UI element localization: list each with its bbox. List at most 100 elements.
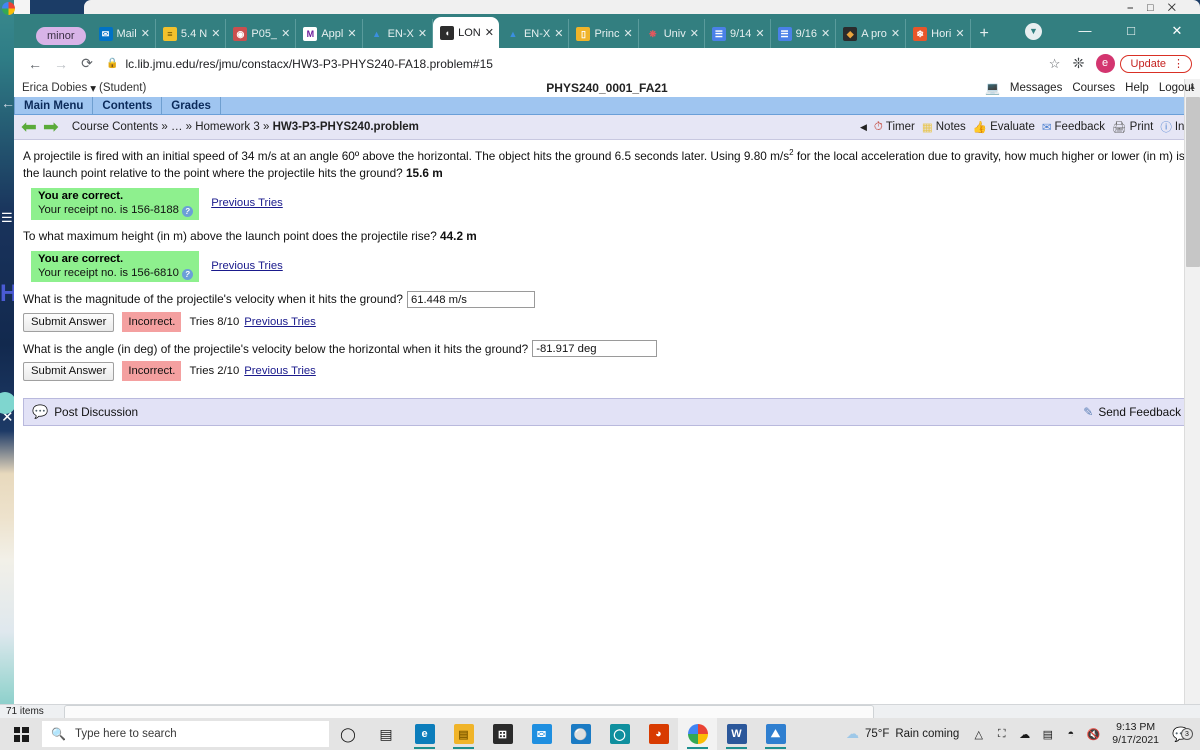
back-icon[interactable]: ← xyxy=(22,56,48,72)
next-problem-button[interactable]: ➡ xyxy=(43,118,59,137)
tab-search-icon[interactable]: ▼ xyxy=(1025,23,1042,40)
menu-main-menu[interactable]: Main Menu xyxy=(14,97,94,114)
taskbar-app-word[interactable]: W xyxy=(717,718,756,750)
docs-favicon: ☰ xyxy=(711,26,726,41)
remote-control-icon[interactable]: 💻 xyxy=(985,81,1000,95)
breadcrumb-homework[interactable]: » Homework 3 » xyxy=(182,121,272,133)
update-button[interactable]: Update ⋮ xyxy=(1119,54,1192,73)
link-courses[interactable]: Courses xyxy=(1072,82,1115,94)
task-view-icon[interactable]: ▤ xyxy=(367,718,405,750)
tab-close-icon[interactable]: ✕ xyxy=(281,27,290,40)
taskbar-app-skype[interactable]: ⚪ xyxy=(561,718,600,750)
profile-avatar[interactable]: e xyxy=(1095,54,1115,73)
tool-notes[interactable]: ▦ Notes xyxy=(922,120,966,134)
tab-close-icon[interactable]: ✕ xyxy=(141,27,150,40)
cortana-circle-icon[interactable]: ◯ xyxy=(329,718,367,750)
previous-tries-link[interactable]: Previous Tries xyxy=(211,197,283,209)
close-button[interactable]: ✕ xyxy=(1154,14,1200,48)
breadcrumb-ellipsis[interactable]: … xyxy=(171,121,183,133)
taskbar-search-box[interactable]: 🔍 Type here to search xyxy=(42,721,329,747)
taskbar-app-edge[interactable]: e xyxy=(405,718,444,750)
post-discussion-button[interactable]: 💬 Post Discussion xyxy=(32,404,138,420)
submit-answer-button[interactable]: Submit Answer xyxy=(23,312,115,332)
help-icon[interactable]: ? xyxy=(181,205,193,217)
tab-label: 5.4 N xyxy=(180,27,208,40)
previous-tries-link[interactable]: Previous Tries xyxy=(244,363,316,379)
start-button[interactable] xyxy=(0,718,42,750)
tab-princ[interactable]: ▯ Princ ✕ xyxy=(569,19,639,48)
maximize-button[interactable]: □ xyxy=(1108,14,1154,48)
taskbar-app-cortana[interactable]: ◯ xyxy=(600,718,639,750)
pinned-tab-minor[interactable]: minor xyxy=(36,27,86,45)
tab-9-14[interactable]: ☰ 9/14 ✕ xyxy=(705,19,771,48)
taskbar-app-microsoft-store[interactable]: ⊞ xyxy=(483,718,522,750)
tab-close-icon[interactable]: ✕ xyxy=(485,26,494,39)
tab-close-icon[interactable]: ✕ xyxy=(891,27,900,40)
link-logout[interactable]: Logout xyxy=(1159,82,1194,94)
tab-close-icon[interactable]: ✕ xyxy=(821,27,830,40)
taskbar-app-office[interactable]: ◕ xyxy=(639,718,678,750)
tray-wifi-icon[interactable]: ◓ xyxy=(1059,728,1082,740)
bookmark-star-icon[interactable]: ☆ xyxy=(1043,56,1067,72)
tab-close-icon[interactable]: ✕ xyxy=(347,27,356,40)
tool-feedback[interactable]: ✉ Feedback xyxy=(1042,120,1105,134)
tab-university[interactable]: ❋ Univ ✕ xyxy=(639,19,705,48)
answer-input-angle[interactable] xyxy=(532,340,658,358)
tab-horizon[interactable]: ❄ Hori ✕ xyxy=(906,19,971,48)
tray-volume-mute-icon[interactable]: 🔇 xyxy=(1082,728,1105,741)
previous-tries-link[interactable]: Previous Tries xyxy=(211,260,283,272)
tab-close-icon[interactable]: ✕ xyxy=(211,27,220,40)
taskbar-app-chrome[interactable] xyxy=(678,718,717,750)
tab-mail[interactable]: ✉ Mail ✕ xyxy=(92,19,156,48)
extensions-puzzle-icon[interactable]: ❊ xyxy=(1067,55,1091,72)
tab-5-4n[interactable]: ≡ 5.4 N ✕ xyxy=(156,19,227,48)
tab-close-icon[interactable]: ✕ xyxy=(554,27,563,40)
tool-print[interactable]: 🖨 Print xyxy=(1112,120,1153,134)
tool-evaluate[interactable]: 👍 Evaluate xyxy=(973,120,1035,134)
breadcrumb-course-contents[interactable]: Course Contents » xyxy=(72,121,171,133)
chrome-menu-icon[interactable]: ⋮ xyxy=(1173,58,1184,69)
tab-lon-capa[interactable]: ◖ LON ✕ xyxy=(433,17,499,48)
tray-camera-icon[interactable]: ⛶ xyxy=(990,728,1013,741)
tab-close-icon[interactable]: ✕ xyxy=(755,27,764,40)
menu-contents[interactable]: Contents xyxy=(93,97,163,114)
tool-timer[interactable]: ⏱ Timer xyxy=(874,121,915,134)
previous-tries-link[interactable]: Previous Tries xyxy=(244,314,316,330)
new-tab-button[interactable]: + xyxy=(980,25,989,43)
tray-battery-icon[interactable]: ▤ xyxy=(1036,728,1059,741)
tab-close-icon[interactable]: ✕ xyxy=(624,27,633,40)
notification-center-button[interactable]: 💬 3 xyxy=(1166,726,1196,743)
tab-9-16[interactable]: ☰ 9/16 ✕ xyxy=(771,19,837,48)
tab-en-x-1[interactable]: ▲ EN-X ✕ xyxy=(363,19,434,48)
send-feedback-button[interactable]: ✎ Send Feedback xyxy=(1083,405,1181,419)
tab-close-icon[interactable]: ✕ xyxy=(690,27,699,40)
link-messages[interactable]: Messages xyxy=(1010,82,1062,94)
weather-widget[interactable]: ☁ 75°F Rain coming xyxy=(838,726,967,742)
page-scrollbar[interactable]: ▲ ▼ xyxy=(1184,79,1200,718)
reload-icon[interactable]: ⟳ xyxy=(74,55,100,72)
tab-close-icon[interactable]: ✕ xyxy=(418,27,427,40)
tray-chevron-up-icon[interactable]: △ xyxy=(967,728,990,741)
minimize-button[interactable]: — xyxy=(1062,14,1108,48)
submit-answer-button[interactable]: Submit Answer xyxy=(23,361,115,381)
tab-appl[interactable]: M Appl ✕ xyxy=(296,19,363,48)
help-icon[interactable]: ? xyxy=(181,268,193,280)
answer-input-magnitude[interactable] xyxy=(406,291,535,309)
link-help[interactable]: Help xyxy=(1125,82,1149,94)
taskbar-app-file-explorer[interactable]: ▤ xyxy=(444,718,483,750)
tray-onedrive-icon[interactable]: ☁ xyxy=(1013,728,1036,741)
forward-icon[interactable]: → xyxy=(48,56,74,72)
tab-a-pro[interactable]: ◆ A pro ✕ xyxy=(836,19,907,48)
tab-close-icon[interactable]: ✕ xyxy=(955,27,964,40)
taskbar-clock[interactable]: 9:13 PM 9/17/2021 xyxy=(1105,721,1166,748)
tab-en-x-2[interactable]: ▲ EN-X ✕ xyxy=(499,19,570,48)
menu-grades[interactable]: Grades xyxy=(162,97,221,114)
tab-p05[interactable]: ◉ P05_ ✕ xyxy=(226,19,297,48)
prev-problem-button[interactable]: ⬅ xyxy=(21,118,37,137)
address-bar[interactable]: 🔒 lc.lib.jmu.edu /res/jmu/constacx/HW3-P… xyxy=(106,52,1043,75)
taskbar-app-mail[interactable]: ✉ xyxy=(522,718,561,750)
tools-collapse-icon[interactable]: ◀ xyxy=(860,122,867,133)
scrollbar-thumb[interactable] xyxy=(1186,97,1200,267)
printer-icon: 🖨 xyxy=(1112,122,1127,134)
taskbar-app-photos[interactable]: ⛰ xyxy=(756,718,795,750)
